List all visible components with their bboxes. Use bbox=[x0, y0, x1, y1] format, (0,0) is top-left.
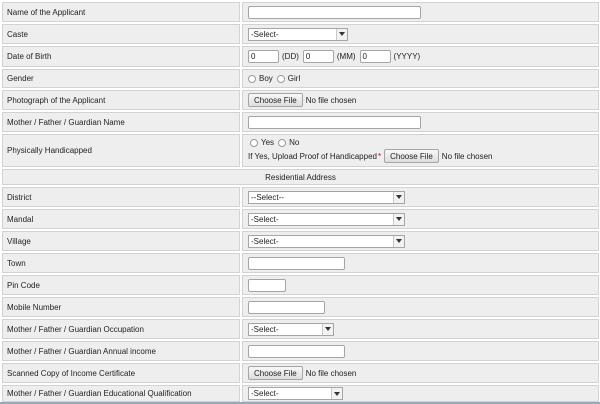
income-certificate-choose-file-button[interactable]: Choose File bbox=[248, 366, 303, 380]
annual-income-input[interactable] bbox=[248, 344, 345, 358]
occupation-select-value: -Select- bbox=[251, 324, 279, 334]
handicapped-no-radio[interactable] bbox=[278, 138, 287, 147]
caste-select[interactable]: -Select- bbox=[248, 27, 348, 41]
chevron-down-icon bbox=[331, 388, 342, 399]
row-pin-code: Pin Code bbox=[0, 273, 600, 295]
row-mobile-number: Mobile Number bbox=[0, 295, 600, 317]
row-guardian-name: Mother / Father / Guardian Name bbox=[0, 110, 600, 132]
town-input[interactable] bbox=[248, 256, 345, 270]
row-guardian-occupation: Mother / Father / Guardian Occupation -S… bbox=[0, 317, 600, 339]
gender-girl-radio[interactable] bbox=[276, 74, 285, 83]
village-select-value: -Select- bbox=[251, 236, 279, 246]
row-district: District --Select-- bbox=[0, 185, 600, 207]
handicapped-file-status: No file chosen bbox=[441, 151, 493, 161]
row-photograph: Photograph of the Applicant Choose File … bbox=[0, 88, 600, 110]
applicant-name-label: Name of the Applicant bbox=[2, 2, 240, 22]
pin-code-label: Pin Code bbox=[2, 275, 240, 295]
occupation-label: Mother / Father / Guardian Occupation bbox=[2, 319, 240, 339]
annual-income-label: Mother / Father / Guardian Annual income bbox=[2, 341, 240, 361]
handicapped-yes-label: Yes bbox=[261, 138, 275, 147]
education-select-value: -Select- bbox=[251, 389, 279, 398]
handicapped-upload-label: If Yes, Upload Proof of Handicapped bbox=[248, 151, 377, 161]
occupation-select[interactable]: -Select- bbox=[248, 322, 334, 336]
row-gender: Gender Boy Girl bbox=[0, 67, 600, 88]
row-income-certificate: Scanned Copy of Income Certificate Choos… bbox=[0, 361, 600, 383]
dob-day-input[interactable]: 0 bbox=[248, 50, 279, 63]
town-label: Town bbox=[2, 253, 240, 273]
dob-year-hint: (YYYY) bbox=[393, 52, 421, 61]
district-select-value: --Select-- bbox=[251, 192, 284, 202]
village-label: Village bbox=[2, 231, 240, 251]
education-label: Mother / Father / Guardian Educational Q… bbox=[2, 385, 240, 402]
gender-boy-label: Boy bbox=[259, 74, 273, 83]
row-town: Town bbox=[0, 251, 600, 273]
row-educational-qualification: Mother / Father / Guardian Educational Q… bbox=[0, 383, 600, 402]
dob-month-hint: (MM) bbox=[336, 52, 356, 61]
chevron-down-icon bbox=[393, 191, 404, 203]
gender-boy-radio[interactable] bbox=[248, 74, 256, 83]
district-select[interactable]: --Select-- bbox=[248, 190, 405, 204]
handicapped-label: Physically Handicapped bbox=[2, 134, 240, 167]
gender-girl-label: Girl bbox=[287, 74, 301, 83]
residential-address-heading: Residential Address bbox=[2, 169, 599, 185]
mobile-number-input[interactable] bbox=[248, 300, 325, 314]
pin-code-input[interactable] bbox=[248, 278, 286, 292]
gender-label: Gender bbox=[2, 69, 240, 88]
district-label: District bbox=[2, 187, 240, 207]
handicapped-yes-radio[interactable] bbox=[250, 138, 258, 147]
row-residential-header: Residential Address bbox=[0, 167, 600, 185]
chevron-down-icon bbox=[336, 28, 347, 40]
photograph-choose-file-button[interactable]: Choose File bbox=[248, 93, 303, 107]
row-date-of-birth: Date of Birth 0 (DD) 0 (MM) 0 (YYYY) bbox=[0, 44, 600, 67]
caste-label: Caste bbox=[2, 24, 240, 44]
mandal-select-value: -Select- bbox=[251, 214, 279, 224]
mandal-label: Mandal bbox=[2, 209, 240, 229]
education-select[interactable]: -Select- bbox=[248, 387, 343, 400]
mandal-select[interactable]: -Select- bbox=[248, 212, 405, 226]
applicant-name-input[interactable] bbox=[248, 5, 421, 19]
row-village: Village -Select- bbox=[0, 229, 600, 251]
guardian-name-label: Mother / Father / Guardian Name bbox=[2, 112, 240, 132]
income-certificate-file-status: No file chosen bbox=[305, 368, 357, 378]
handicapped-no-label: No bbox=[289, 138, 300, 147]
dob-year-input[interactable]: 0 bbox=[359, 50, 391, 63]
dob-label: Date of Birth bbox=[2, 46, 240, 67]
row-applicant-name: Name of the Applicant bbox=[0, 0, 600, 22]
chevron-down-icon bbox=[393, 235, 404, 247]
caste-select-value: -Select- bbox=[251, 29, 279, 39]
row-mandal: Mandal -Select- bbox=[0, 207, 600, 229]
village-select[interactable]: -Select- bbox=[248, 234, 405, 248]
photograph-label: Photograph of the Applicant bbox=[2, 90, 240, 110]
income-certificate-label: Scanned Copy of Income Certificate bbox=[2, 363, 240, 383]
row-caste: Caste -Select- bbox=[0, 22, 600, 44]
row-physically-handicapped: Physically Handicapped Yes No If Yes, Up… bbox=[0, 132, 600, 167]
chevron-down-icon bbox=[322, 323, 333, 335]
dob-month-input[interactable]: 0 bbox=[302, 50, 334, 63]
application-form: Name of the Applicant Caste -Select- Dat… bbox=[0, 0, 600, 404]
mobile-number-label: Mobile Number bbox=[2, 297, 240, 317]
row-annual-income: Mother / Father / Guardian Annual income bbox=[0, 339, 600, 361]
required-asterisk: * bbox=[377, 151, 382, 161]
dob-day-hint: (DD) bbox=[282, 52, 299, 61]
handicapped-choose-file-button[interactable]: Choose File bbox=[384, 149, 439, 163]
photograph-file-status: No file chosen bbox=[305, 95, 357, 105]
guardian-name-input[interactable] bbox=[248, 115, 421, 129]
chevron-down-icon bbox=[393, 213, 404, 225]
